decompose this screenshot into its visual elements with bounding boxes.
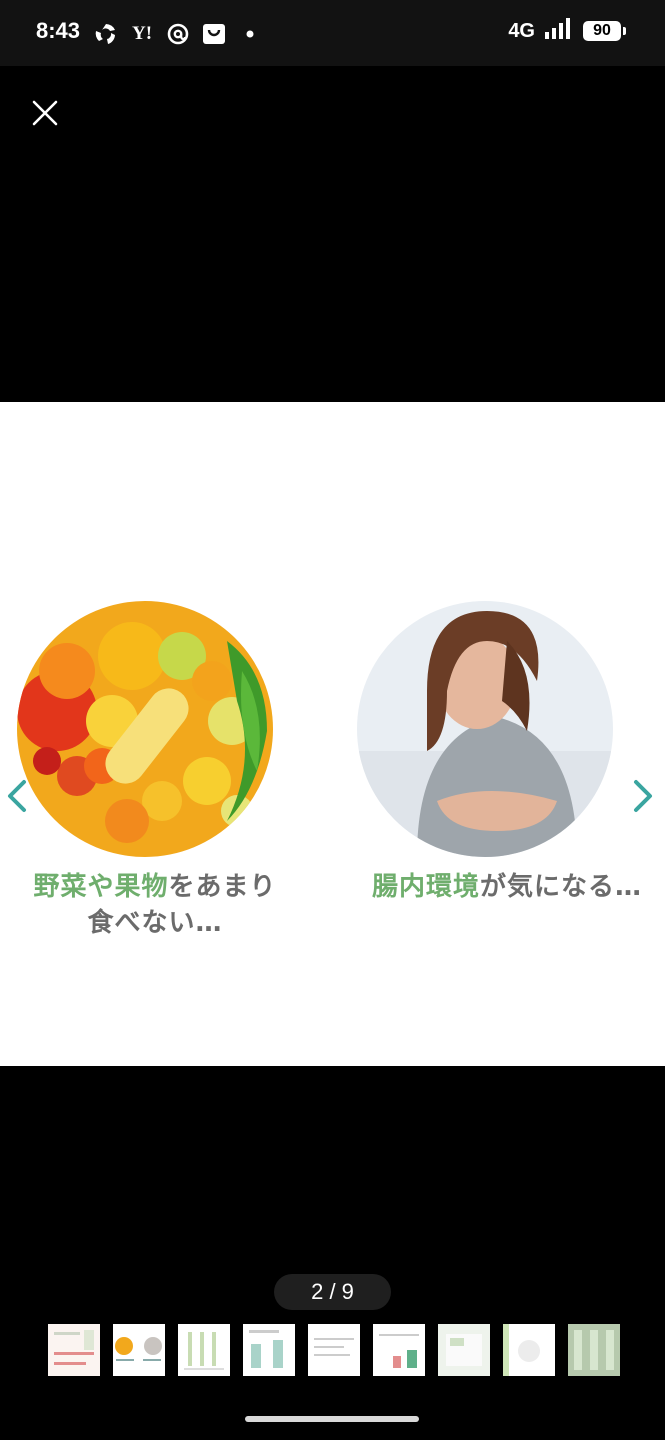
thumbnail-3[interactable] [178, 1324, 230, 1376]
sync-icon [93, 21, 119, 47]
status-notification-icons: Y! [93, 20, 263, 48]
thumbnail-5[interactable] [308, 1324, 360, 1376]
thumbnail-6[interactable] [373, 1324, 425, 1376]
thumbnail-1[interactable] [48, 1324, 100, 1376]
threads-icon [165, 21, 191, 47]
right-caption-highlight: 腸内環境 [371, 872, 480, 902]
thumbnail-4[interactable] [243, 1324, 295, 1376]
shopping-bag-icon [201, 21, 227, 47]
thumbnail-strip [48, 1324, 620, 1376]
yahoo-icon: Y! [131, 23, 153, 44]
image-viewer-slide[interactable]: 野菜や果物をあまり 食べない… 腸内環境が気になる… [0, 402, 665, 1066]
status-bar: 8:43 Y! 4G 90 [0, 0, 665, 66]
network-type-label: 4G [508, 19, 535, 42]
left-caption-line1: をあまり [168, 872, 277, 902]
thumbnail-9[interactable] [568, 1324, 620, 1376]
previous-slide-button[interactable] [4, 776, 30, 816]
next-slide-button[interactable] [630, 776, 656, 816]
chevron-right-icon [634, 780, 652, 812]
status-time: 8:43 [36, 18, 81, 43]
left-caption: 野菜や果物をあまり 食べない… [10, 869, 300, 941]
thumbnail-8[interactable] [503, 1324, 555, 1376]
thumbnail-7[interactable] [438, 1324, 490, 1376]
right-caption: 腸内環境が気になる… [352, 869, 662, 905]
image-counter: 2 / 9 [274, 1274, 391, 1310]
status-system-icons: 4G 90 [508, 18, 626, 44]
vegetables-fruits-photo [17, 601, 273, 857]
woman-stomach-photo [357, 601, 613, 857]
close-button[interactable] [28, 96, 62, 130]
left-caption-line2: 食べない… [87, 908, 223, 938]
battery-level: 90 [593, 22, 611, 39]
battery-icon: 90 [583, 21, 626, 41]
home-indicator[interactable] [245, 1416, 419, 1422]
close-icon [32, 100, 58, 126]
right-caption-rest: が気になる… [480, 872, 643, 902]
thumbnail-2[interactable] [113, 1324, 165, 1376]
dot-icon [237, 21, 263, 47]
chevron-left-icon [8, 780, 26, 812]
left-caption-highlight: 野菜や果物 [33, 872, 169, 902]
signal-icon [544, 18, 574, 44]
